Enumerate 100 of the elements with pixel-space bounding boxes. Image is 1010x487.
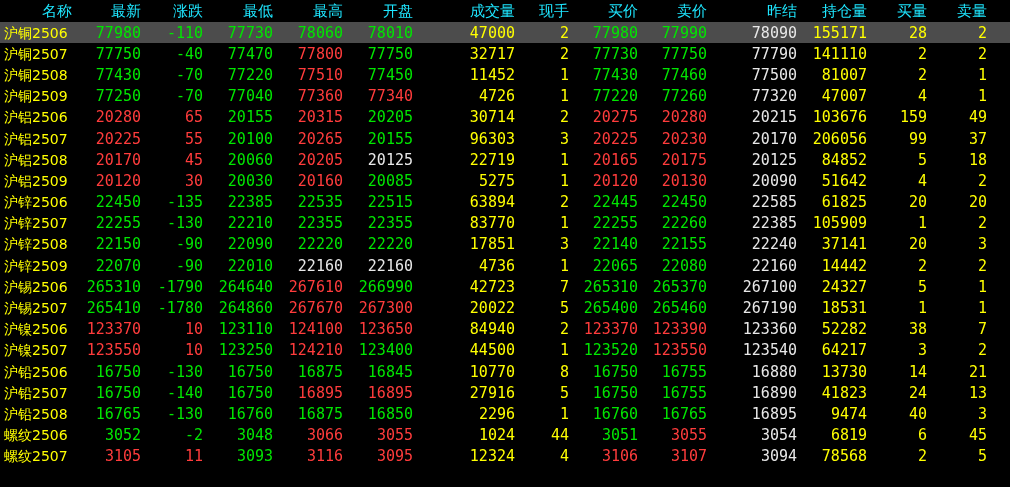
latest-price: 77750 bbox=[94, 44, 141, 63]
price-change: -130 bbox=[165, 362, 203, 381]
bid-volume: 20 bbox=[907, 235, 927, 254]
bid-price: 3051 bbox=[600, 426, 638, 445]
price-change: 55 bbox=[183, 129, 203, 148]
selected-row[interactable]: 沪铜2506 77980 -110 77730 78060 78010 47000 2 77980 77990 78090 155171 28 2 bbox=[0, 22, 1010, 44]
price-change: -90 bbox=[174, 235, 203, 254]
ask-volume: 21 bbox=[967, 362, 987, 381]
column-header[interactable]: 买量 bbox=[867, 3, 927, 19]
latest-price: 20120 bbox=[94, 171, 141, 190]
last-volume: 2 bbox=[558, 44, 569, 63]
column-header[interactable]: 开盘 bbox=[343, 3, 413, 19]
volume: 17851 bbox=[468, 235, 515, 254]
open-price: 16845 bbox=[366, 362, 413, 381]
low-price: 3048 bbox=[235, 426, 273, 445]
column-header[interactable]: 涨跌 bbox=[141, 3, 203, 19]
contract-name: 沪铝2506 bbox=[3, 108, 69, 127]
bid-volume: 20 bbox=[907, 193, 927, 212]
contract-name: 沪铜2509 bbox=[3, 87, 69, 106]
low-price: 77220 bbox=[226, 65, 273, 84]
ask-volume: 45 bbox=[967, 426, 987, 445]
price-change: -130 bbox=[165, 404, 203, 423]
last-volume: 5 bbox=[558, 299, 569, 318]
open-interest: 14442 bbox=[820, 256, 867, 275]
volume: 44500 bbox=[468, 341, 515, 360]
ask-price: 77750 bbox=[660, 44, 707, 63]
ask-volume: 7 bbox=[976, 320, 987, 339]
price-change: -135 bbox=[165, 193, 203, 212]
ask-price: 265460 bbox=[651, 299, 707, 318]
volume: 83770 bbox=[468, 214, 515, 233]
prev-settle: 22240 bbox=[750, 235, 797, 254]
column-header[interactable]: 现手 bbox=[515, 3, 569, 19]
open-price: 77340 bbox=[366, 87, 413, 106]
open-interest: 24327 bbox=[820, 277, 867, 296]
bid-price: 22140 bbox=[591, 235, 638, 254]
column-header[interactable]: 名称 bbox=[0, 3, 72, 19]
low-price: 16750 bbox=[226, 383, 273, 402]
column-header[interactable]: 成交量 bbox=[413, 3, 515, 19]
ask-price: 16765 bbox=[660, 404, 707, 423]
column-header[interactable]: 最高 bbox=[273, 3, 343, 19]
ask-price: 123390 bbox=[651, 320, 707, 339]
prev-settle: 77790 bbox=[750, 44, 797, 63]
open-interest: 61825 bbox=[820, 193, 867, 212]
price-change: -40 bbox=[174, 44, 203, 63]
contract-name: 沪锌2509 bbox=[3, 256, 69, 275]
latest-price: 16765 bbox=[94, 404, 141, 423]
open-interest: 84852 bbox=[820, 150, 867, 169]
volume: 11452 bbox=[468, 65, 515, 84]
bid-volume: 6 bbox=[916, 426, 927, 445]
open-price: 22220 bbox=[366, 235, 413, 254]
high-price: 22220 bbox=[296, 235, 343, 254]
column-header[interactable]: 最低 bbox=[203, 3, 273, 19]
column-header[interactable]: 最新 bbox=[72, 3, 141, 19]
prev-settle: 20090 bbox=[750, 171, 797, 190]
column-header[interactable]: 卖价 bbox=[638, 3, 707, 19]
last-volume: 7 bbox=[558, 277, 569, 296]
ask-price: 22080 bbox=[660, 256, 707, 275]
column-header[interactable]: 卖量 bbox=[927, 3, 987, 19]
column-header[interactable]: 买价 bbox=[569, 3, 638, 19]
volume: 47000 bbox=[468, 23, 515, 42]
bid-price: 16760 bbox=[591, 404, 638, 423]
latest-price: 265410 bbox=[85, 299, 141, 318]
contract-name: 沪镍2507 bbox=[3, 341, 69, 360]
open-interest: 206056 bbox=[811, 129, 867, 148]
open-price: 20085 bbox=[366, 171, 413, 190]
bid-volume: 1 bbox=[916, 299, 927, 318]
open-price: 20125 bbox=[366, 150, 413, 169]
latest-price: 77250 bbox=[94, 87, 141, 106]
ask-volume: 2 bbox=[976, 341, 987, 360]
bid-price: 20120 bbox=[591, 171, 638, 190]
bid-volume: 38 bbox=[907, 320, 927, 339]
bid-volume: 5 bbox=[916, 277, 927, 296]
price-change: -2 bbox=[183, 426, 203, 445]
column-header[interactable]: 昨结 bbox=[707, 3, 797, 19]
bid-volume: 3 bbox=[916, 341, 927, 360]
prev-settle: 3094 bbox=[759, 447, 797, 466]
high-price: 22355 bbox=[296, 214, 343, 233]
open-price: 123650 bbox=[357, 320, 413, 339]
ask-volume: 2 bbox=[976, 171, 987, 190]
contract-name: 沪铝2509 bbox=[3, 171, 69, 190]
open-price: 3055 bbox=[375, 426, 413, 445]
bid-volume: 5 bbox=[916, 150, 927, 169]
bid-price: 77980 bbox=[591, 23, 638, 42]
price-change: -1790 bbox=[156, 277, 203, 296]
high-price: 267610 bbox=[287, 277, 343, 296]
price-change: -130 bbox=[165, 214, 203, 233]
contract-name: 沪镍2506 bbox=[3, 320, 69, 339]
volume: 5275 bbox=[477, 171, 515, 190]
volume: 10770 bbox=[468, 362, 515, 381]
column-header[interactable]: 持仓量 bbox=[797, 3, 867, 19]
low-price: 22385 bbox=[226, 193, 273, 212]
latest-price: 20170 bbox=[94, 150, 141, 169]
latest-price: 20225 bbox=[94, 129, 141, 148]
high-price: 20160 bbox=[296, 171, 343, 190]
low-price: 22210 bbox=[226, 214, 273, 233]
bid-volume: 2 bbox=[916, 256, 927, 275]
latest-price: 22450 bbox=[94, 193, 141, 212]
high-price: 77510 bbox=[296, 65, 343, 84]
prev-settle: 20125 bbox=[750, 150, 797, 169]
open-interest: 47007 bbox=[820, 87, 867, 106]
